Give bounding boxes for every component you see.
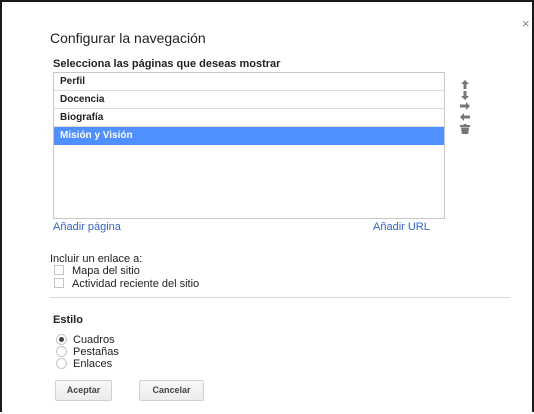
accept-button[interactable]: Aceptar	[55, 380, 112, 401]
page-item-docencia[interactable]: Docencia	[54, 91, 444, 109]
page-item-biografia[interactable]: Biografía	[54, 109, 444, 127]
section-divider	[50, 297, 510, 298]
style-heading: Estilo	[53, 314, 83, 326]
recent-activity-checkbox-label: Actividad reciente del sitio	[72, 278, 200, 290]
add-url-link[interactable]: Añadir URL	[373, 221, 430, 233]
style-option-pestanas[interactable]: Pestañas	[56, 345, 119, 358]
arrow-up-icon[interactable]	[458, 80, 472, 89]
include-link-label: Incluir un enlace a:	[50, 253, 143, 265]
radio-pestanas-label: Pestañas	[73, 346, 119, 358]
add-page-link[interactable]: Añadir página	[53, 221, 121, 233]
page-item-perfil[interactable]: Perfil	[54, 73, 444, 91]
cancel-button[interactable]: Cancelar	[139, 380, 204, 401]
close-icon[interactable]: ×	[522, 17, 530, 30]
arrow-down-icon[interactable]	[458, 91, 472, 100]
recent-activity-checkbox-row[interactable]: Actividad reciente del sitio	[54, 278, 199, 290]
dialog-title: Configurar la navegación	[50, 30, 206, 46]
sitemap-checkbox[interactable]	[54, 265, 64, 276]
recent-activity-checkbox[interactable]	[54, 278, 64, 289]
sitemap-checkbox-row[interactable]: Mapa del sitio	[54, 265, 140, 277]
page-order-controls	[458, 80, 472, 135]
style-option-cuadros[interactable]: Cuadros	[56, 333, 115, 346]
radio-cuadros[interactable]	[56, 333, 67, 345]
page-item-mision-vision[interactable]: Misión y Visión	[54, 127, 444, 145]
radio-enlaces-label: Enlaces	[73, 358, 113, 370]
pages-list[interactable]: Perfil Docencia Biografía Misión y Visió…	[53, 72, 445, 219]
pages-heading: Selecciona las páginas que deseas mostra…	[53, 58, 281, 70]
radio-enlaces[interactable]	[56, 357, 67, 369]
arrow-left-icon[interactable]	[458, 113, 472, 122]
arrow-right-icon[interactable]	[458, 102, 472, 111]
trash-icon[interactable]	[458, 124, 472, 134]
radio-pestanas[interactable]	[56, 345, 67, 357]
sitemap-checkbox-label: Mapa del sitio	[72, 265, 140, 277]
radio-cuadros-label: Cuadros	[73, 334, 115, 346]
style-option-enlaces[interactable]: Enlaces	[56, 357, 113, 370]
